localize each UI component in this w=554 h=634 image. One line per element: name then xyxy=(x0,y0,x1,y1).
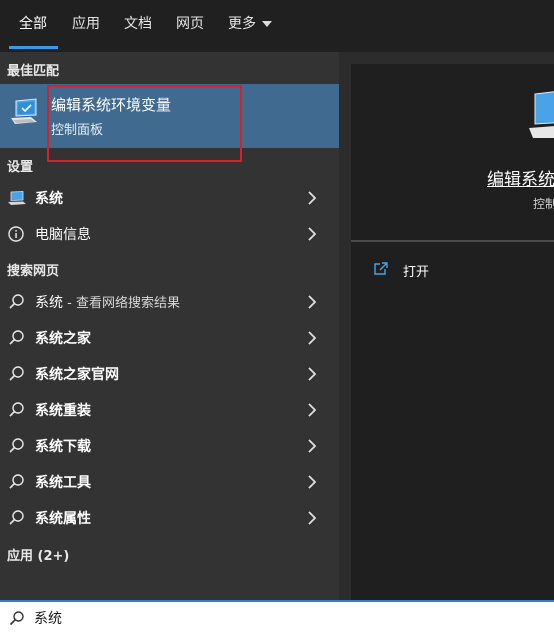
section-best-match: 最佳匹配 xyxy=(7,64,60,79)
web-item-suffix: - 查看网络搜索结果 xyxy=(63,296,180,311)
search-input[interactable] xyxy=(34,610,434,626)
search-icon xyxy=(9,510,24,525)
chevron-right-icon xyxy=(308,475,317,489)
preview-card xyxy=(351,64,554,600)
chevron-right-icon xyxy=(308,191,317,205)
section-web-search: 搜索网页 xyxy=(7,264,60,279)
web-item-2[interactable]: 系统之家官网 xyxy=(0,356,339,392)
tab-more[interactable]: 更多 xyxy=(228,0,272,52)
web-item-label: 系统属性 xyxy=(35,511,91,527)
chevron-right-icon xyxy=(308,227,317,241)
web-item-6[interactable]: 系统属性 xyxy=(0,500,339,536)
tab-more-label: 更多 xyxy=(228,16,256,32)
open-action-label: 打开 xyxy=(403,265,430,280)
web-item-label: 系统下载 xyxy=(35,439,91,455)
settings-item-pc-info[interactable]: 电脑信息 xyxy=(0,216,339,252)
preview-subtitle: 控制 xyxy=(533,197,554,211)
preview-title[interactable]: 编辑系统 xyxy=(487,165,554,190)
chevron-right-icon xyxy=(308,403,317,417)
section-settings: 设置 xyxy=(7,160,34,175)
web-item-query: 系统 xyxy=(35,295,63,311)
web-item-label: 系统 - 查看网络搜索结果 xyxy=(35,292,180,312)
web-item-label: 系统工具 xyxy=(35,475,91,491)
web-item-label: 系统之家 xyxy=(35,331,91,347)
section-apps[interactable]: 应用 (2+) xyxy=(7,545,69,564)
search-icon xyxy=(9,330,24,345)
chevron-right-icon xyxy=(308,439,317,453)
settings-item-system[interactable]: 系统 xyxy=(0,180,339,216)
search-bar[interactable] xyxy=(0,600,554,634)
search-icon xyxy=(9,474,24,489)
tab-documents[interactable]: 文档 xyxy=(124,0,152,52)
monitor-check-icon xyxy=(529,91,554,138)
preview-panel: 编辑系统 控制 打开 xyxy=(339,52,554,600)
chevron-right-icon xyxy=(308,331,317,345)
web-item-1[interactable]: 系统之家 xyxy=(0,320,339,356)
search-icon xyxy=(9,402,24,417)
settings-item-pc-info-label: 电脑信息 xyxy=(35,227,91,243)
search-icon xyxy=(9,294,24,309)
preview-divider xyxy=(351,240,554,242)
web-item-label: 系统之家官网 xyxy=(35,367,119,383)
chevron-right-icon xyxy=(308,367,317,381)
web-item-3[interactable]: 系统重装 xyxy=(0,392,339,428)
web-item-label: 系统重装 xyxy=(35,403,91,419)
chevron-right-icon xyxy=(308,295,317,309)
search-icon xyxy=(9,611,24,626)
open-action[interactable]: 打开 xyxy=(373,260,533,280)
info-icon xyxy=(8,226,24,242)
search-icon xyxy=(9,366,24,381)
chevron-right-icon xyxy=(308,511,317,525)
tab-web[interactable]: 网页 xyxy=(176,0,204,52)
web-item-0[interactable]: 系统 - 查看网络搜索结果 xyxy=(0,284,339,320)
monitor-check-icon xyxy=(11,98,37,124)
active-tab-indicator xyxy=(9,46,58,49)
search-icon xyxy=(9,438,24,453)
top-tab-bar: 全部 应用 文档 网页 更多 xyxy=(0,0,554,52)
settings-item-system-label: 系统 xyxy=(35,191,63,207)
tab-all[interactable]: 全部 xyxy=(19,0,47,52)
web-item-4[interactable]: 系统下载 xyxy=(0,428,339,464)
laptop-icon xyxy=(8,191,26,205)
tab-apps[interactable]: 应用 xyxy=(72,0,100,52)
open-external-icon xyxy=(374,262,388,275)
highlight-box xyxy=(47,85,242,162)
chevron-down-icon xyxy=(262,21,272,27)
web-item-5[interactable]: 系统工具 xyxy=(0,464,339,500)
